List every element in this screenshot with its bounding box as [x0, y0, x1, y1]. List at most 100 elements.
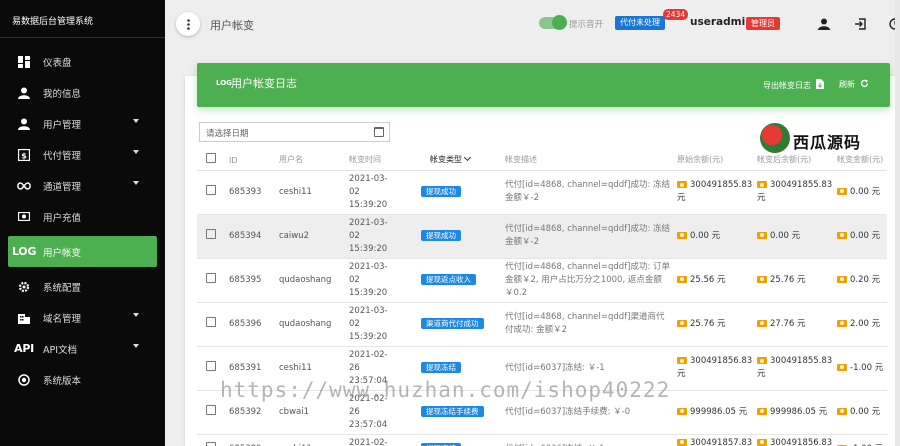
sidebar-item-my-info[interactable]: 我的信息 [0, 77, 157, 108]
row-checkbox[interactable] [206, 360, 216, 371]
table-row[interactable]: 685396 qudaoshang 2021-03- 02 15:39:20 渠道商代付成… [197, 302, 887, 347]
cell-amount: 0.00 元 [837, 390, 887, 435]
column-header-type-label: 帐变类型 [430, 154, 462, 164]
cell-description: 代付[id=4868, channel=qddf]成功: 订单金额￥2, 用户占… [505, 258, 677, 303]
balance-after-value: 0.00 元 [770, 230, 801, 241]
cell-time-line: 2021-02- [349, 349, 388, 360]
cell-type: 提现冻结 [421, 346, 505, 391]
type-tag: 提现成功 [421, 185, 461, 197]
export-log-button[interactable]: 导出帐变日志 [763, 79, 824, 91]
row-checkbox[interactable] [206, 404, 216, 415]
column-header-username[interactable]: 用户名 [279, 148, 349, 171]
balance-after-value: 300491856.83 元 [770, 437, 833, 446]
sidebar-item-label: 通道管理 [43, 181, 82, 193]
row-checkbox[interactable] [206, 316, 216, 327]
cell-id: 685395 [229, 258, 279, 303]
sidebar-item-dashboard[interactable]: 仪表盘 [0, 46, 157, 77]
sidebar-item-label: 系统配置 [43, 282, 82, 294]
cell-id: 685393 [229, 170, 279, 215]
table-row[interactable]: 685391 ceshi11 2021-02- 26 23:57:04 提现冻结 代付[id… [197, 346, 887, 391]
cell-id: 685389 [229, 434, 279, 446]
column-header-balance-after[interactable]: 帐变后余额(元) [757, 148, 837, 171]
cell-username: cbwai1 [279, 390, 349, 435]
pending-payout-button[interactable]: 代付未处理 [615, 16, 665, 30]
table-row[interactable]: 685392 cbwai1 2021-02- 26 23:57:04 提现冻结手续费 代付[… [197, 390, 887, 435]
calendar-icon[interactable] [374, 127, 384, 137]
more-menu-button[interactable] [176, 12, 200, 36]
refresh-icon [860, 79, 868, 88]
column-header-id[interactable]: ID [229, 148, 279, 171]
select-cell [197, 170, 229, 215]
money-icon [677, 319, 687, 327]
column-header-description[interactable]: 帐变描述 [505, 148, 677, 171]
cell-description: 代付[id=4868, channel=qddf]成功: 冻结金额￥-2 [505, 214, 677, 259]
select-cell [197, 258, 229, 303]
date-picker-placeholder: 请选择日期 [206, 129, 249, 139]
cell-description: 代付[id=6037]冻结: ￥-1 [505, 346, 677, 391]
table-row[interactable]: 685394 caiwu2 2021-03- 02 15:39:20 提现成功 代付[id=… [197, 214, 887, 259]
sidebar-item-label: 仪表盘 [43, 57, 72, 69]
date-picker-input[interactable]: 请选择日期 [199, 122, 390, 142]
sidebar-item-label: API文档 [43, 344, 78, 356]
money-icon [677, 438, 687, 446]
top-header: 用户帐变 提示音开 代付未处理 2434 useradmin 管理员 [165, 0, 900, 48]
sidebar-item-domain-management[interactable]: 域名管理 [0, 302, 157, 333]
select-all-checkbox[interactable] [206, 152, 216, 163]
person-icon [17, 86, 31, 100]
cell-username: qudaoshang [279, 302, 349, 347]
cell-description: 代付[id=4868, channel=qddf]渠道商代付成功: 金额￥2 [505, 302, 677, 347]
column-header-amount[interactable]: 帐变金额(元) [837, 148, 887, 171]
sidebar-item-system-config[interactable]: 系统配置 [0, 271, 157, 302]
cell-description: 代付[id=4868, channel=qddf]成功: 冻结金额￥-2 [505, 170, 677, 215]
row-checkbox[interactable] [206, 272, 216, 283]
cell-balance-before: 999986.05 元 [677, 390, 757, 435]
sidebar-item-user-management[interactable]: 用户管理 [0, 108, 157, 139]
cell-id: 685394 [229, 214, 279, 259]
cell-balance-before: 0.00 元 [677, 214, 757, 259]
sidebar-item-api-docs[interactable]: API API文档 [0, 333, 157, 364]
cell-amount: -1.00 元 [837, 346, 887, 391]
sidebar-item-label: 用户管理 [43, 119, 82, 131]
sound-toggle[interactable] [539, 15, 567, 30]
row-checkbox[interactable] [206, 442, 216, 446]
sidebar-item-user-balance-log[interactable]: LOG 用户帐变 [8, 236, 157, 267]
refresh-button[interactable]: 刷新 [839, 79, 869, 90]
logout-icon[interactable] [854, 15, 868, 30]
cell-amount: 0.20 元 [837, 258, 887, 303]
money-icon [837, 187, 847, 195]
select-cell [197, 214, 229, 259]
cell-balance-after: 300491855.83 元 [757, 346, 837, 391]
type-tag: 提现成功 [421, 229, 461, 241]
cell-balance-before: 300491856.83 元 [677, 346, 757, 391]
column-header-type[interactable]: 帐变类型 [421, 148, 505, 171]
sidebar-item-channel-management[interactable]: 通道管理 [0, 170, 157, 201]
balance-log-card: LOG 用户帐变日志 导出帐变日志 刷新 请选择日期 西瓜源码 ID 用户名 帐… [185, 63, 900, 446]
sidebar-item-system-version[interactable]: 系统版本 [0, 364, 157, 395]
table-row[interactable]: 685389ceshi112021-02-26提现冻结代付[id=6036]冻结… [197, 434, 887, 446]
sidebar-item-user-recharge[interactable]: 用户充值 [0, 201, 157, 232]
row-checkbox[interactable] [206, 184, 216, 195]
cell-type: 提现成功 [421, 170, 505, 215]
column-header-time[interactable]: 帐变时间 [349, 148, 421, 171]
sidebar-item-label: 用户充值 [43, 212, 82, 224]
select-all-cell [197, 148, 229, 171]
account-icon[interactable] [818, 15, 832, 30]
amount-value: 0.00 元 [850, 186, 881, 197]
page-scrollbar[interactable] [895, 0, 900, 446]
role-badge: 管理员 [746, 17, 780, 30]
money-icon [757, 181, 767, 188]
column-header-balance-before[interactable]: 原始余额(元) [677, 148, 757, 171]
cell-time: 2021-02- 26 23:57:04 [349, 346, 421, 391]
cell-time: 2021-03- 02 15:39:20 [349, 170, 421, 215]
table-row[interactable]: 685393 ceshi11 2021-03- 02 15:39:20 提现成功 代付[id… [197, 170, 887, 215]
sidebar-item-payout-management[interactable]: $ 代付管理 [0, 139, 157, 170]
money-icon [757, 275, 767, 283]
table-row[interactable]: 685395 qudaoshang 2021-03- 02 15:39:20 提现返点收入… [197, 258, 887, 303]
balance-before-value: 300491857.83 元 [690, 437, 753, 446]
cell-type: 提现冻结 [421, 434, 505, 446]
row-checkbox[interactable] [206, 228, 216, 239]
balance-before-value: 0.00 元 [690, 230, 721, 241]
amount-value: 0.00 元 [850, 406, 881, 417]
caret-down-icon [133, 344, 139, 348]
money-icon [837, 275, 847, 283]
